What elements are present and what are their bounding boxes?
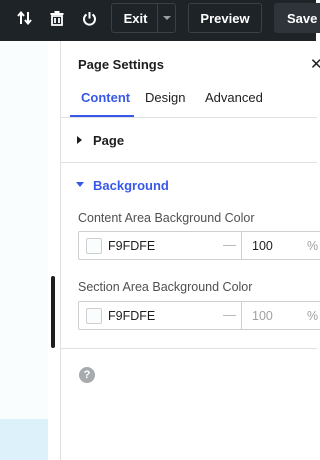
exit-label: Exit (123, 10, 148, 26)
percent-unit: % (307, 239, 319, 253)
tab-content[interactable]: Content (81, 90, 130, 105)
caret-right-icon (77, 136, 82, 144)
content-area-bg-color-field: F9FDFE — 100 % (78, 231, 320, 260)
separator-dash: — (223, 307, 236, 322)
field-divider (241, 232, 242, 259)
preview-button[interactable]: Preview (188, 3, 262, 33)
tab-design[interactable]: Design (145, 90, 185, 105)
hex-input[interactable]: F9FDFE (108, 309, 155, 323)
settings-tabs: Content Design Advanced (61, 81, 317, 118)
close-icon[interactable]: ✕ (310, 55, 320, 73)
color-swatch[interactable] (86, 308, 102, 324)
field-divider (241, 302, 242, 329)
section-background: Background Content Area Background Color… (61, 163, 320, 349)
power-icon[interactable] (74, 0, 104, 36)
active-tab-indicator (70, 115, 134, 117)
color-swatch[interactable] (86, 238, 102, 254)
content-area-bg-label: Content Area Background Color (78, 211, 255, 225)
save-button[interactable]: Save (274, 3, 320, 33)
section-background-label: Background (93, 178, 169, 193)
canvas-section-highlight[interactable] (0, 419, 48, 460)
exit-button[interactable]: Exit (111, 3, 176, 33)
section-page-toggle[interactable]: Page (61, 118, 317, 163)
help-icon[interactable]: ? (79, 367, 95, 383)
canvas-preview[interactable] (0, 41, 48, 460)
section-area-bg-label: Section Area Background Color (78, 280, 253, 294)
separator-dash: — (223, 237, 236, 252)
top-toolbar: Exit Preview Save (0, 0, 320, 41)
exit-dropdown-toggle[interactable] (158, 16, 175, 20)
opacity-input[interactable]: 100 (252, 239, 273, 253)
sort-arrows-icon[interactable] (10, 0, 40, 36)
panel-resize-handle[interactable] (51, 276, 55, 348)
trash-icon[interactable] (42, 0, 72, 36)
chevron-down-icon (162, 16, 171, 20)
opacity-input[interactable]: 100 (252, 309, 273, 323)
tab-advanced[interactable]: Advanced (205, 90, 263, 105)
page-settings-panel: Page Settings ✕ Content Design Advanced … (60, 41, 320, 460)
section-page-label: Page (93, 133, 125, 148)
percent-unit: % (307, 309, 319, 323)
hex-input[interactable]: F9FDFE (108, 239, 155, 253)
panel-title: Page Settings (78, 57, 164, 72)
section-area-bg-color-field: F9FDFE — 100 % (78, 301, 320, 330)
caret-down-icon (76, 182, 84, 187)
